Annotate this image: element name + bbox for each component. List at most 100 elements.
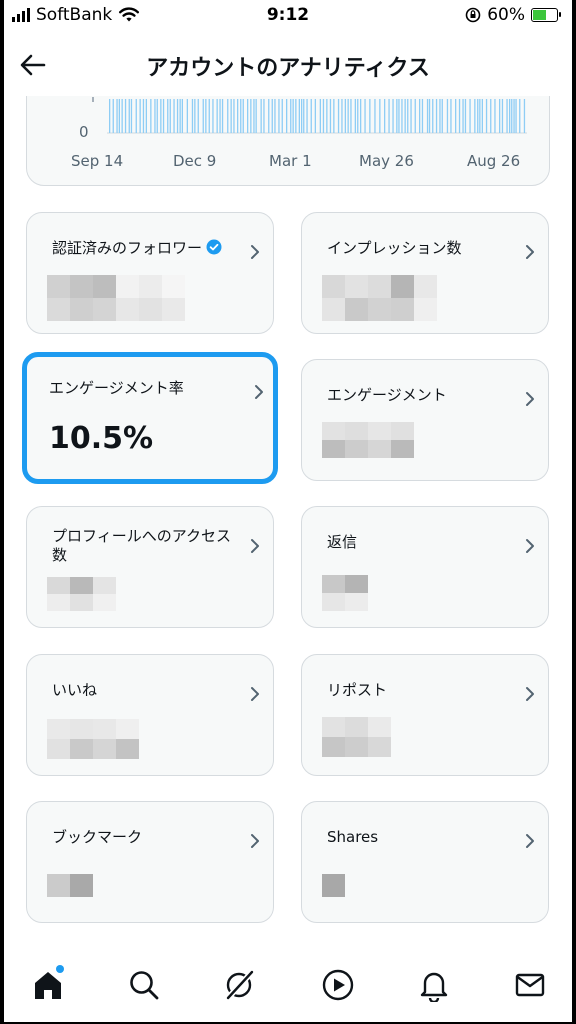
chart-bar: [301, 99, 303, 133]
chart-bar: [221, 99, 224, 133]
chart-bar: [398, 99, 400, 133]
status-right: 60%: [465, 5, 561, 25]
chart-bar: [511, 99, 513, 133]
chart-bar: [292, 99, 294, 133]
x-axis-label: Dec 9: [173, 152, 217, 170]
chart-bar: [128, 99, 130, 133]
metric-label: リポスト: [327, 681, 388, 699]
chart-bar: [462, 99, 464, 133]
chart-bar: [208, 99, 210, 133]
metric-card-likes[interactable]: いいね: [26, 654, 274, 776]
chevron-right-icon: [251, 539, 259, 553]
nav-notifications[interactable]: [414, 965, 454, 1005]
metric-card-shares[interactable]: Shares: [301, 801, 549, 923]
metric-card-replies[interactable]: 返信: [301, 506, 549, 628]
chart-bar: [388, 99, 390, 133]
nav-messages[interactable]: [510, 965, 550, 1005]
x-axis-label: Aug 26: [467, 152, 521, 170]
chart-bar: [139, 99, 141, 133]
chart-bar: [481, 99, 483, 133]
orientation-lock-icon: [465, 7, 481, 23]
chart-bar: [314, 99, 316, 133]
chart-bar: [298, 99, 300, 133]
chart-bar: [268, 99, 270, 133]
metric-card-verified-followers[interactable]: 認証済みのフォロワー: [26, 212, 274, 334]
chart-bar: [109, 99, 111, 133]
chart-bar: [162, 99, 165, 133]
chart-bar: [450, 99, 452, 133]
chart-bar: [374, 99, 376, 133]
chart-bar: [278, 99, 280, 133]
chart-bar: [186, 99, 188, 133]
chart-bar: [194, 99, 196, 133]
metric-label: 認証済みのフォロワー: [52, 239, 232, 258]
chart-bar: [116, 99, 118, 133]
metric-label: いいね: [52, 681, 98, 699]
chart-bar: [428, 99, 431, 133]
nav-video[interactable]: [318, 965, 358, 1005]
chart-bar: [112, 99, 114, 133]
chart-bar: [197, 99, 199, 133]
chart-bar: [176, 99, 179, 133]
nav-search[interactable]: [124, 965, 164, 1005]
chart-bar: [150, 99, 152, 133]
chart-bar: [407, 99, 409, 133]
chart-bar: [326, 99, 328, 133]
chart-bar: [432, 99, 434, 133]
chart-bar: [130, 99, 133, 133]
metric-card-reposts[interactable]: リポスト: [301, 654, 549, 776]
mail-icon: [515, 973, 545, 997]
chart-bar: [458, 99, 461, 133]
x-axis-label: Sep 14: [71, 152, 124, 170]
nav-home[interactable]: [28, 965, 68, 1005]
chart-bar: [474, 99, 476, 133]
blurred-value: [322, 717, 391, 757]
chart-bar: [306, 99, 308, 133]
nav-grok[interactable]: [220, 965, 260, 1005]
chart-bar: [263, 99, 265, 133]
chart-bar: [310, 99, 312, 133]
metric-card-impressions[interactable]: インプレッション数: [301, 212, 549, 334]
chart-bar: [421, 99, 424, 133]
chart-bar: [477, 99, 479, 133]
chart-bar: [329, 99, 332, 133]
chart-bar: [392, 99, 394, 133]
chart-bar: [142, 99, 145, 133]
chart-bar: [233, 99, 235, 133]
chart-bar: [250, 99, 252, 133]
chart-bar: [519, 99, 521, 133]
chart-bar: [333, 99, 335, 133]
battery-icon: [531, 8, 561, 22]
chart-bar: [379, 99, 381, 133]
chart-bar: [401, 99, 403, 133]
chart-bar: [344, 99, 346, 133]
chart-bar: [384, 99, 386, 133]
metric-card-profile-visits[interactable]: プロフィールへのアクセス数: [26, 506, 274, 628]
chart-bar: [499, 99, 501, 133]
verified-badge-icon: [206, 239, 222, 255]
chart-bar: [354, 99, 356, 133]
chart-bar: [121, 99, 123, 133]
notification-dot: [56, 965, 64, 973]
chart-bar: [513, 99, 515, 133]
metric-card-bookmarks[interactable]: ブックマーク: [26, 801, 274, 923]
metric-label: 返信: [327, 533, 358, 551]
chart-bar: [242, 99, 244, 133]
battery-percent: 60%: [487, 5, 525, 25]
metric-card-engagements[interactable]: エンゲージメント: [301, 359, 549, 481]
metric-card-engagement-rate[interactable]: エンゲージメント率 10.5%: [22, 352, 278, 484]
chevron-right-icon: [526, 392, 534, 406]
chevron-right-icon: [251, 834, 259, 848]
chart-bar: [253, 99, 255, 133]
metric-label-text: 認証済みのフォロワー: [52, 239, 203, 257]
chart-bar: [441, 99, 443, 133]
chart-bar: [160, 99, 162, 133]
chart-bar: [404, 99, 406, 133]
metric-label: ブックマーク: [52, 828, 143, 846]
chevron-right-icon: [251, 245, 259, 259]
chevron-right-icon: [251, 687, 259, 701]
chart-bar: [247, 99, 249, 133]
chevron-right-icon: [526, 539, 534, 553]
chart-bar: [145, 99, 147, 133]
chart-bar: [319, 99, 321, 133]
